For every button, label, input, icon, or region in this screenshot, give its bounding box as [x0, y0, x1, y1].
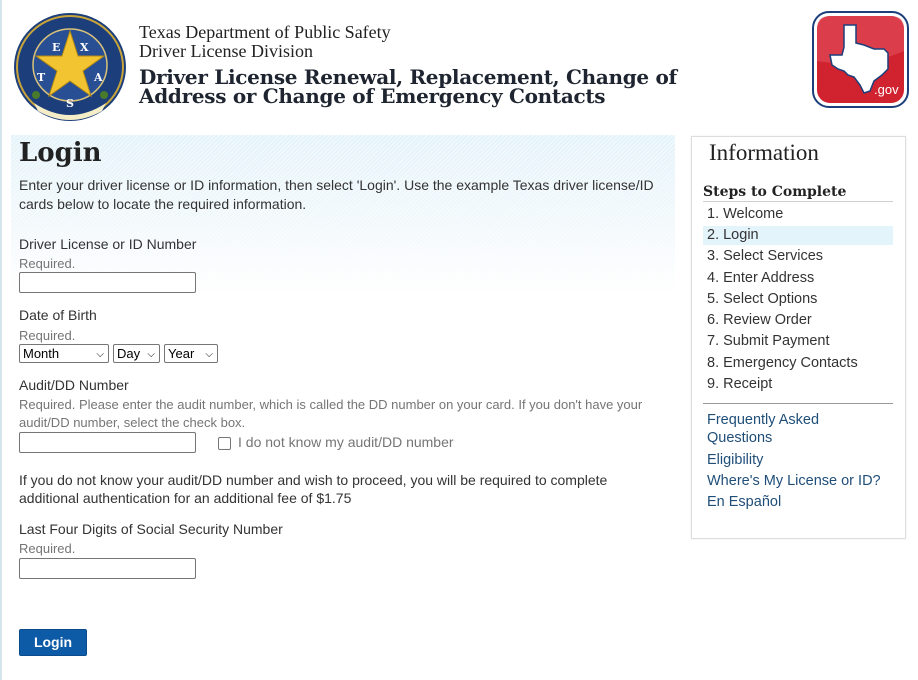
step-item: 3. Select Services [707, 248, 824, 264]
svg-text:E: E [52, 41, 60, 54]
information-sidebar: Information Steps to Complete 1. Welcome… [691, 136, 906, 539]
step-item: 9. Receipt [707, 376, 773, 392]
audit-number-input[interactable] [19, 432, 196, 453]
audit-number-label: Audit/DD Number [19, 377, 129, 393]
chevron-down-icon: ⌵ [147, 349, 155, 360]
dob-day-select[interactable]: Day ⌵ [113, 344, 160, 363]
license-number-hint: Required. [19, 256, 76, 271]
ssn-input[interactable] [19, 558, 196, 579]
dob-year-value: Year [168, 346, 195, 361]
login-instructions: Enter your driver license or ID informat… [19, 177, 654, 212]
chevron-down-icon: ⌵ [96, 349, 104, 360]
step-item: 4. Enter Address [707, 270, 815, 286]
dps-seal-icon: E X T A S [12, 11, 128, 123]
login-panel-background [11, 135, 675, 295]
dob-month-select[interactable]: Month ⌵ [19, 344, 109, 363]
license-number-input[interactable] [19, 272, 196, 293]
site-title-line2: Address or Change of Emergency Contacts [139, 84, 606, 108]
agency-name: Texas Department of Public Safety [139, 22, 391, 42]
chevron-down-icon: ⌵ [205, 349, 213, 360]
svg-text:S: S [66, 97, 74, 110]
steps-heading: Steps to Complete [703, 184, 893, 202]
page-title: Login [19, 138, 102, 168]
faq-link[interactable]: Frequently Asked Questions [707, 411, 847, 447]
unknown-audit-checkbox-label[interactable]: I do not know my audit/DD number [238, 434, 454, 450]
step-item: 1. Welcome [707, 206, 784, 222]
dob-label: Date of Birth [19, 307, 97, 323]
ssn-label: Last Four Digits of Social Security Numb… [19, 521, 283, 537]
svg-text:T: T [37, 71, 46, 84]
audit-number-hint: Required. Please enter the audit number,… [19, 397, 643, 430]
dob-day-value: Day [117, 346, 141, 361]
texas-gov-icon[interactable]: .gov [812, 11, 909, 108]
division-name: Driver License Division [139, 41, 313, 61]
license-number-label: Driver License or ID Number [19, 236, 197, 252]
ssn-hint: Required. [19, 541, 76, 556]
step-item: 6. Review Order [707, 312, 812, 328]
unknown-audit-checkbox[interactable] [218, 437, 231, 450]
site-title: Driver License Renewal, Replacement, Cha… [139, 67, 677, 108]
gov-text: .gov [874, 82, 899, 97]
step-item: 5. Select Options [707, 291, 818, 307]
step-item: 7. Submit Payment [707, 333, 830, 349]
sidebar-divider [703, 403, 893, 404]
step-item-active: 2. Login [703, 226, 893, 245]
audit-fee-note: If you do not know your audit/DD number … [19, 472, 608, 506]
login-panel: Login Enter your driver license or ID in… [11, 135, 675, 680]
sidebar-title: Information [709, 140, 819, 165]
login-button[interactable]: Login [19, 629, 87, 656]
dob-month-value: Month [23, 346, 60, 361]
step-item: 8. Emergency Contacts [707, 355, 858, 371]
dob-year-select[interactable]: Year ⌵ [164, 344, 218, 363]
eligibility-link[interactable]: Eligibility [707, 451, 897, 469]
page-header: E X T A S Texas Department of Public Saf… [0, 0, 918, 130]
svg-text:A: A [93, 71, 103, 84]
svg-text:X: X [80, 41, 89, 54]
dob-hint: Required. [19, 328, 76, 343]
wheres-my-license-link[interactable]: Where's My License or ID? [707, 472, 897, 490]
spanish-link[interactable]: En Español [707, 493, 897, 511]
